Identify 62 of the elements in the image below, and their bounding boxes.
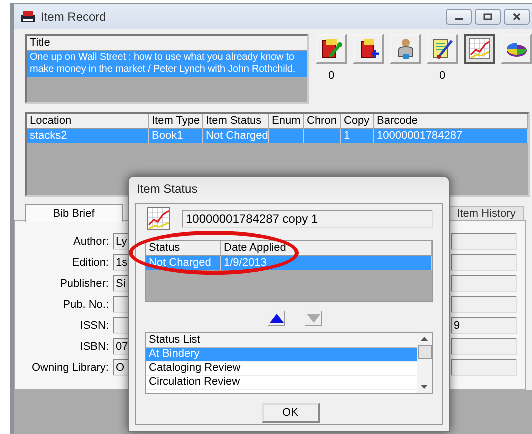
field-label: Author: [72,236,110,248]
column-header: Status [146,241,221,256]
close-icon [512,12,522,20]
scrollbar[interactable] [417,333,432,393]
book-wrench-icon [320,37,344,61]
column-header: Status List [146,333,417,348]
field-label: Edition: [71,256,110,268]
text-field[interactable] [451,275,517,292]
line-chart-icon [468,37,492,61]
document-pen-button[interactable] [427,34,458,64]
chart-icon [147,207,171,231]
status-list-item[interactable]: Circulation Review [146,376,417,390]
text-field[interactable]: 9 [451,317,517,334]
table-cell: 1 [344,130,350,142]
maximize-button[interactable] [475,8,501,24]
column-header: Date Applied [221,241,432,256]
tab[interactable]: Bib Brief [25,204,123,222]
field-label: Pub. No.: [62,298,110,310]
count-label: 0 [328,70,335,82]
person-button[interactable] [390,34,421,64]
document-pen-icon [430,37,454,61]
column-header: Location [27,114,149,129]
ok-button[interactable]: OK [262,403,320,423]
count-label: 0 [439,70,446,82]
up-arrow-icon [270,314,284,323]
field-label: ISSN: [79,320,110,332]
dialog-title: Item Status [129,177,449,201]
text-field[interactable] [451,296,517,313]
status-list-item[interactable]: Cataloging Review [146,362,417,376]
column-header: Item Status [203,114,269,129]
column-header: Enum [269,114,304,129]
chart-button[interactable] [464,34,495,64]
text-field[interactable] [451,359,517,376]
close-button[interactable] [504,8,530,24]
field-label: Owning Library: [30,362,110,374]
field-label: Publisher: [59,278,110,290]
column-header: Copy [341,114,374,129]
table-cell: 10000001784287 [377,130,463,142]
column-header: Item Type [149,114,203,129]
down-arrow-icon [306,314,320,323]
table-cell: stacks2 [30,130,68,142]
table-cell: Book1 [152,130,184,142]
text-field[interactable] [451,254,517,271]
book-wrench-button[interactable] [316,34,347,64]
printer-icon [20,10,36,24]
window-title: Item Record [41,10,106,24]
column-header: Title [27,36,307,51]
table-cell: Not Charged [149,257,212,269]
maximize-icon [483,12,493,20]
book-plus-button[interactable] [353,34,384,64]
table-cell: 1/9/2013 [224,257,267,269]
field-label: ISBN: [79,340,110,352]
tab[interactable]: Item History [449,206,524,221]
table-cell: Not Charged [206,130,268,142]
barcode-field[interactable]: 10000001784287 copy 1 [182,210,433,228]
scroll-up-icon [421,337,428,341]
minimize-button[interactable] [446,8,472,24]
pie-button[interactable] [501,34,532,64]
column-header: Chron [304,114,341,129]
column-header: Barcode [374,114,528,129]
text-field[interactable] [451,338,517,355]
text-field[interactable] [451,233,517,250]
